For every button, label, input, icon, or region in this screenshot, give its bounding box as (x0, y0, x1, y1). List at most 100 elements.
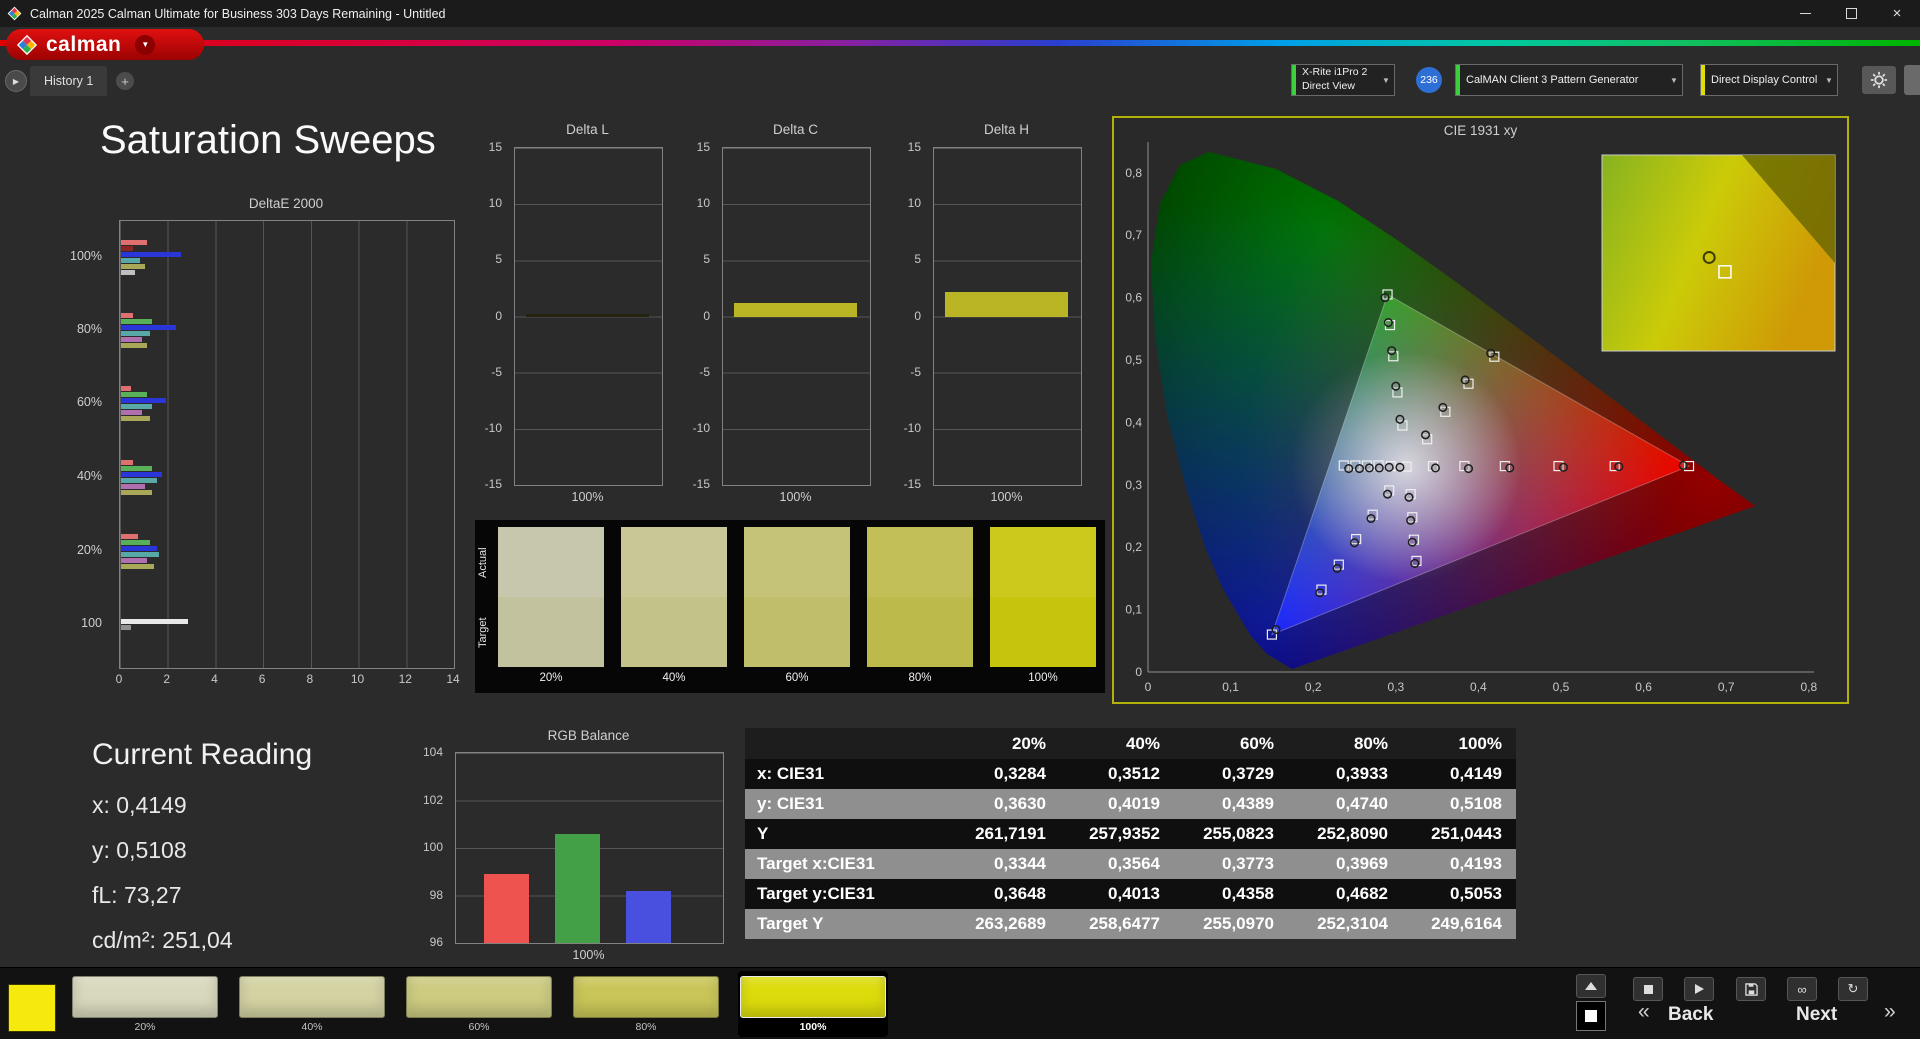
delta-c-chart: Delta C 15 10 5 0 -5 -10 -15 100% (670, 122, 871, 512)
brand-row: calman ▼ (0, 27, 1920, 62)
maximize-button[interactable] (1828, 0, 1874, 27)
next-fast-button[interactable]: » (1884, 1000, 1896, 1024)
display-control-label: Direct Display Control (1711, 73, 1818, 86)
delta-axis-tick: -10 (484, 420, 502, 435)
collapsed-toolbar-button[interactable] (1904, 65, 1920, 95)
deltae-bar (121, 386, 131, 391)
table-cell: 0,3648 (994, 884, 1046, 903)
delta-c-title: Delta C (772, 122, 818, 137)
eject-icon (1585, 982, 1597, 990)
back-fast-button[interactable]: « (1638, 1000, 1650, 1024)
table-cell: 255,0823 (1203, 824, 1274, 843)
table-row-label: x: CIE31 (757, 764, 825, 783)
deltae-chart-title: DeltaE 2000 (248, 196, 324, 211)
delta-axis-tick: 0 (914, 308, 921, 323)
rgb-axis-tick: 96 (429, 935, 443, 949)
table-cell: 0,3773 (1222, 854, 1274, 873)
swatch-label: 100% (1028, 672, 1058, 684)
deltae-bar (121, 392, 148, 397)
pattern-generator-dropdown[interactable]: CalMAN Client 3 Pattern Generator ▼ (1455, 64, 1683, 96)
saturation-swatch-40%[interactable]: 40% (237, 971, 387, 1037)
delta-axis-tick: 0 (703, 308, 710, 323)
meter-count-badge[interactable]: 236 (1416, 67, 1442, 93)
deltae-bar (121, 540, 150, 545)
delta-axis-tick: 15 (907, 140, 921, 154)
pattern-window-button[interactable] (1576, 1001, 1606, 1031)
link-button[interactable]: ∞ (1787, 977, 1817, 1001)
patch-swatch-40%: 40% (621, 527, 727, 684)
tab-toolbar-row: ▶ History 1 + X-Rite i1Pro 2 Direct View… (0, 62, 1920, 100)
patch-preview-panel: Actual Target 20% 40% 60% 80% 100% (475, 520, 1105, 693)
table-cell: 0,3344 (994, 854, 1046, 873)
eject-button[interactable] (1576, 974, 1606, 998)
deltae-bar (121, 240, 148, 245)
add-tab-button[interactable]: + (116, 72, 134, 90)
deltae-bar (121, 478, 157, 483)
stop-button[interactable] (1633, 977, 1663, 1001)
svg-text:0,1: 0,1 (1125, 603, 1142, 617)
tab-scroll-button[interactable]: ▶ (5, 70, 27, 92)
swatch-label: 20% (134, 1021, 156, 1033)
rgb-balance-plot (455, 752, 724, 944)
save-button[interactable] (1736, 977, 1766, 1001)
table-cell: 255,0970 (1203, 914, 1274, 933)
calman-logo[interactable]: calman ▼ (6, 29, 204, 60)
swatch-label: 80% (908, 672, 932, 684)
target-color (867, 597, 973, 667)
back-button[interactable]: Back (1668, 1004, 1713, 1026)
delta-h-title: Delta H (983, 122, 1029, 137)
current-reading-values: x: 0,4149 y: 0,5108 fL: 73,27 cd/m²: 251,04 (92, 792, 312, 954)
table-header-cell: 100% (1458, 734, 1502, 753)
delta-axis-tick: 0 (495, 308, 502, 323)
meter-dropdown[interactable]: X-Rite i1Pro 2 Direct View ▼ (1291, 64, 1395, 96)
minimize-button[interactable] (1782, 0, 1828, 27)
saturation-swatch-20%[interactable]: 20% (70, 971, 220, 1037)
table-cell: 0,3284 (994, 764, 1046, 783)
svg-text:0,4: 0,4 (1125, 415, 1142, 429)
play-button[interactable] (1684, 977, 1714, 1001)
deltae-bar (121, 325, 176, 330)
target-color (744, 597, 850, 667)
swatch-label: 60% (468, 1021, 490, 1033)
swatch-label: 40% (301, 1021, 323, 1033)
delta-axis-tick: -5 (699, 364, 710, 379)
deltae-x-axis: 0 2 4 6 8 10 12 14 (116, 672, 460, 688)
tab-history-1[interactable]: History 1 (30, 66, 108, 96)
svg-text:0: 0 (1145, 680, 1152, 694)
delta-axis-tick: 5 (495, 252, 502, 267)
refresh-button[interactable]: ↻ (1838, 977, 1868, 1001)
deltae-bar (121, 246, 133, 251)
meter-name: X-Rite i1Pro 2 (1302, 66, 1368, 79)
svg-text:0,7: 0,7 (1718, 680, 1735, 694)
logo-menu-arrow[interactable]: ▼ (135, 34, 156, 55)
deltae-bar (121, 466, 152, 471)
swatch-label: 80% (635, 1021, 657, 1033)
deltae-category-label: 40% (76, 469, 102, 483)
deltae-bar (121, 258, 141, 263)
table-row: Target y:CIE31 0,3648 0,4013 0,4358 0,4682 0,… (745, 879, 1516, 909)
patch-swatch-80%: 80% (867, 527, 973, 684)
deltae-bar (121, 404, 152, 409)
next-button[interactable]: Next (1796, 1004, 1837, 1026)
saturation-swatch-80%[interactable]: 80% (571, 971, 721, 1037)
saturation-swatch-60%[interactable]: 60% (404, 971, 554, 1037)
table-cell: 0,5053 (1450, 884, 1502, 903)
display-control-dropdown[interactable]: Direct Display Control ▼ (1700, 64, 1838, 96)
settings-button[interactable] (1862, 66, 1896, 94)
svg-text:0,1: 0,1 (1222, 680, 1239, 694)
close-button[interactable]: × (1874, 0, 1920, 27)
delta-h-y-axis: 15 10 5 0 -5 -10 -15 (881, 140, 927, 491)
table-cell: 0,4193 (1450, 854, 1502, 873)
chevron-down-icon: ▼ (1825, 75, 1833, 85)
measurement-table: 20% 40% 60% 80% 100% x: CIE31 0,3284 0,3512 0,3… (745, 728, 1516, 939)
saturation-swatch-100%[interactable]: 100% (738, 971, 888, 1037)
table-cell: 257,9352 (1089, 824, 1160, 843)
rgb-axis-tick: 104 (422, 745, 443, 759)
minimize-icon (1799, 13, 1811, 14)
chevron-down-icon: ▼ (1670, 75, 1678, 85)
delta-axis-tick: 15 (488, 140, 502, 154)
delta-l-title: Delta L (566, 122, 609, 137)
current-reading-value: y: 0,5108 (92, 837, 187, 863)
svg-text:0,8: 0,8 (1800, 680, 1817, 694)
delta-l-chart: Delta L 15 10 5 0 -5 -10 -15 100% (462, 122, 663, 512)
